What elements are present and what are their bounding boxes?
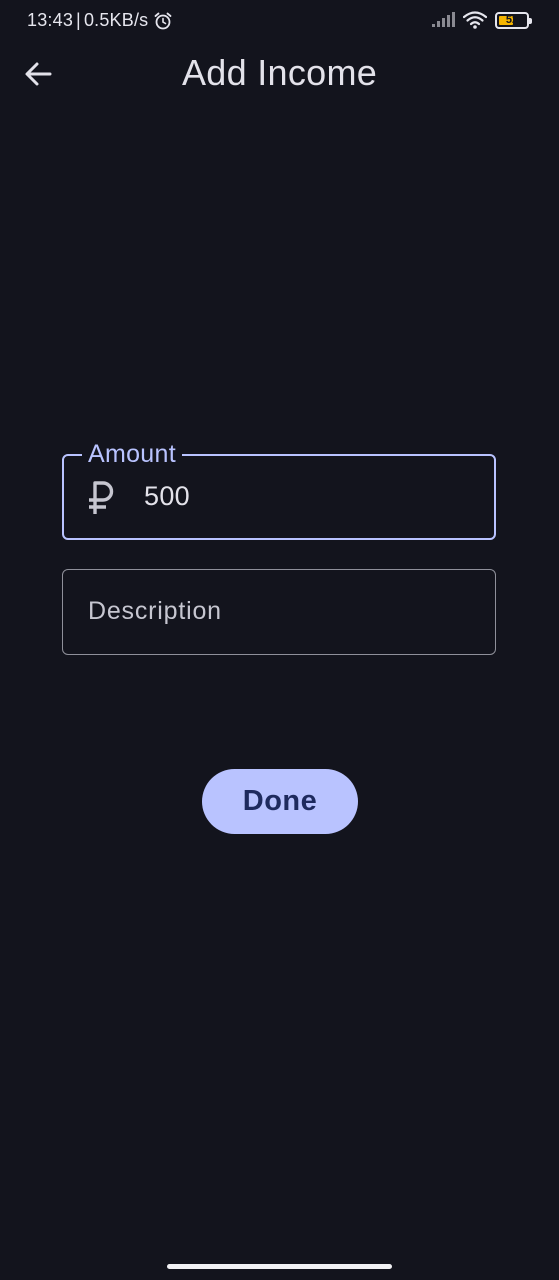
alarm-icon [154,12,172,29]
status-time: 13:43 [27,10,74,30]
amount-field[interactable]: Amount 500 [62,439,496,540]
status-left: 13:43 | 0.5KB/s [27,10,173,31]
description-field[interactable]: Description [62,569,496,655]
status-bar: 13:43 | 0.5KB/s 52 [0,0,559,42]
top-app-bar: Add Income [0,42,559,108]
battery-tip [529,17,532,24]
network-speed: 0.5KB/s [83,10,149,30]
amount-value: 500 [144,481,190,511]
wifi-icon [463,11,487,29]
amount-label: Amount [82,439,182,469]
status-right: 52 [431,11,532,29]
ruble-icon [89,481,114,514]
signal-icon [432,12,455,27]
home-indicator[interactable] [167,1264,392,1269]
page-title: Add Income [181,52,378,93]
battery-level: 52 [505,13,519,26]
battery-icon: 52 [495,11,532,29]
description-placeholder: Description [88,597,222,625]
done-button[interactable]: Done [202,769,358,834]
status-separator: | [76,10,81,30]
